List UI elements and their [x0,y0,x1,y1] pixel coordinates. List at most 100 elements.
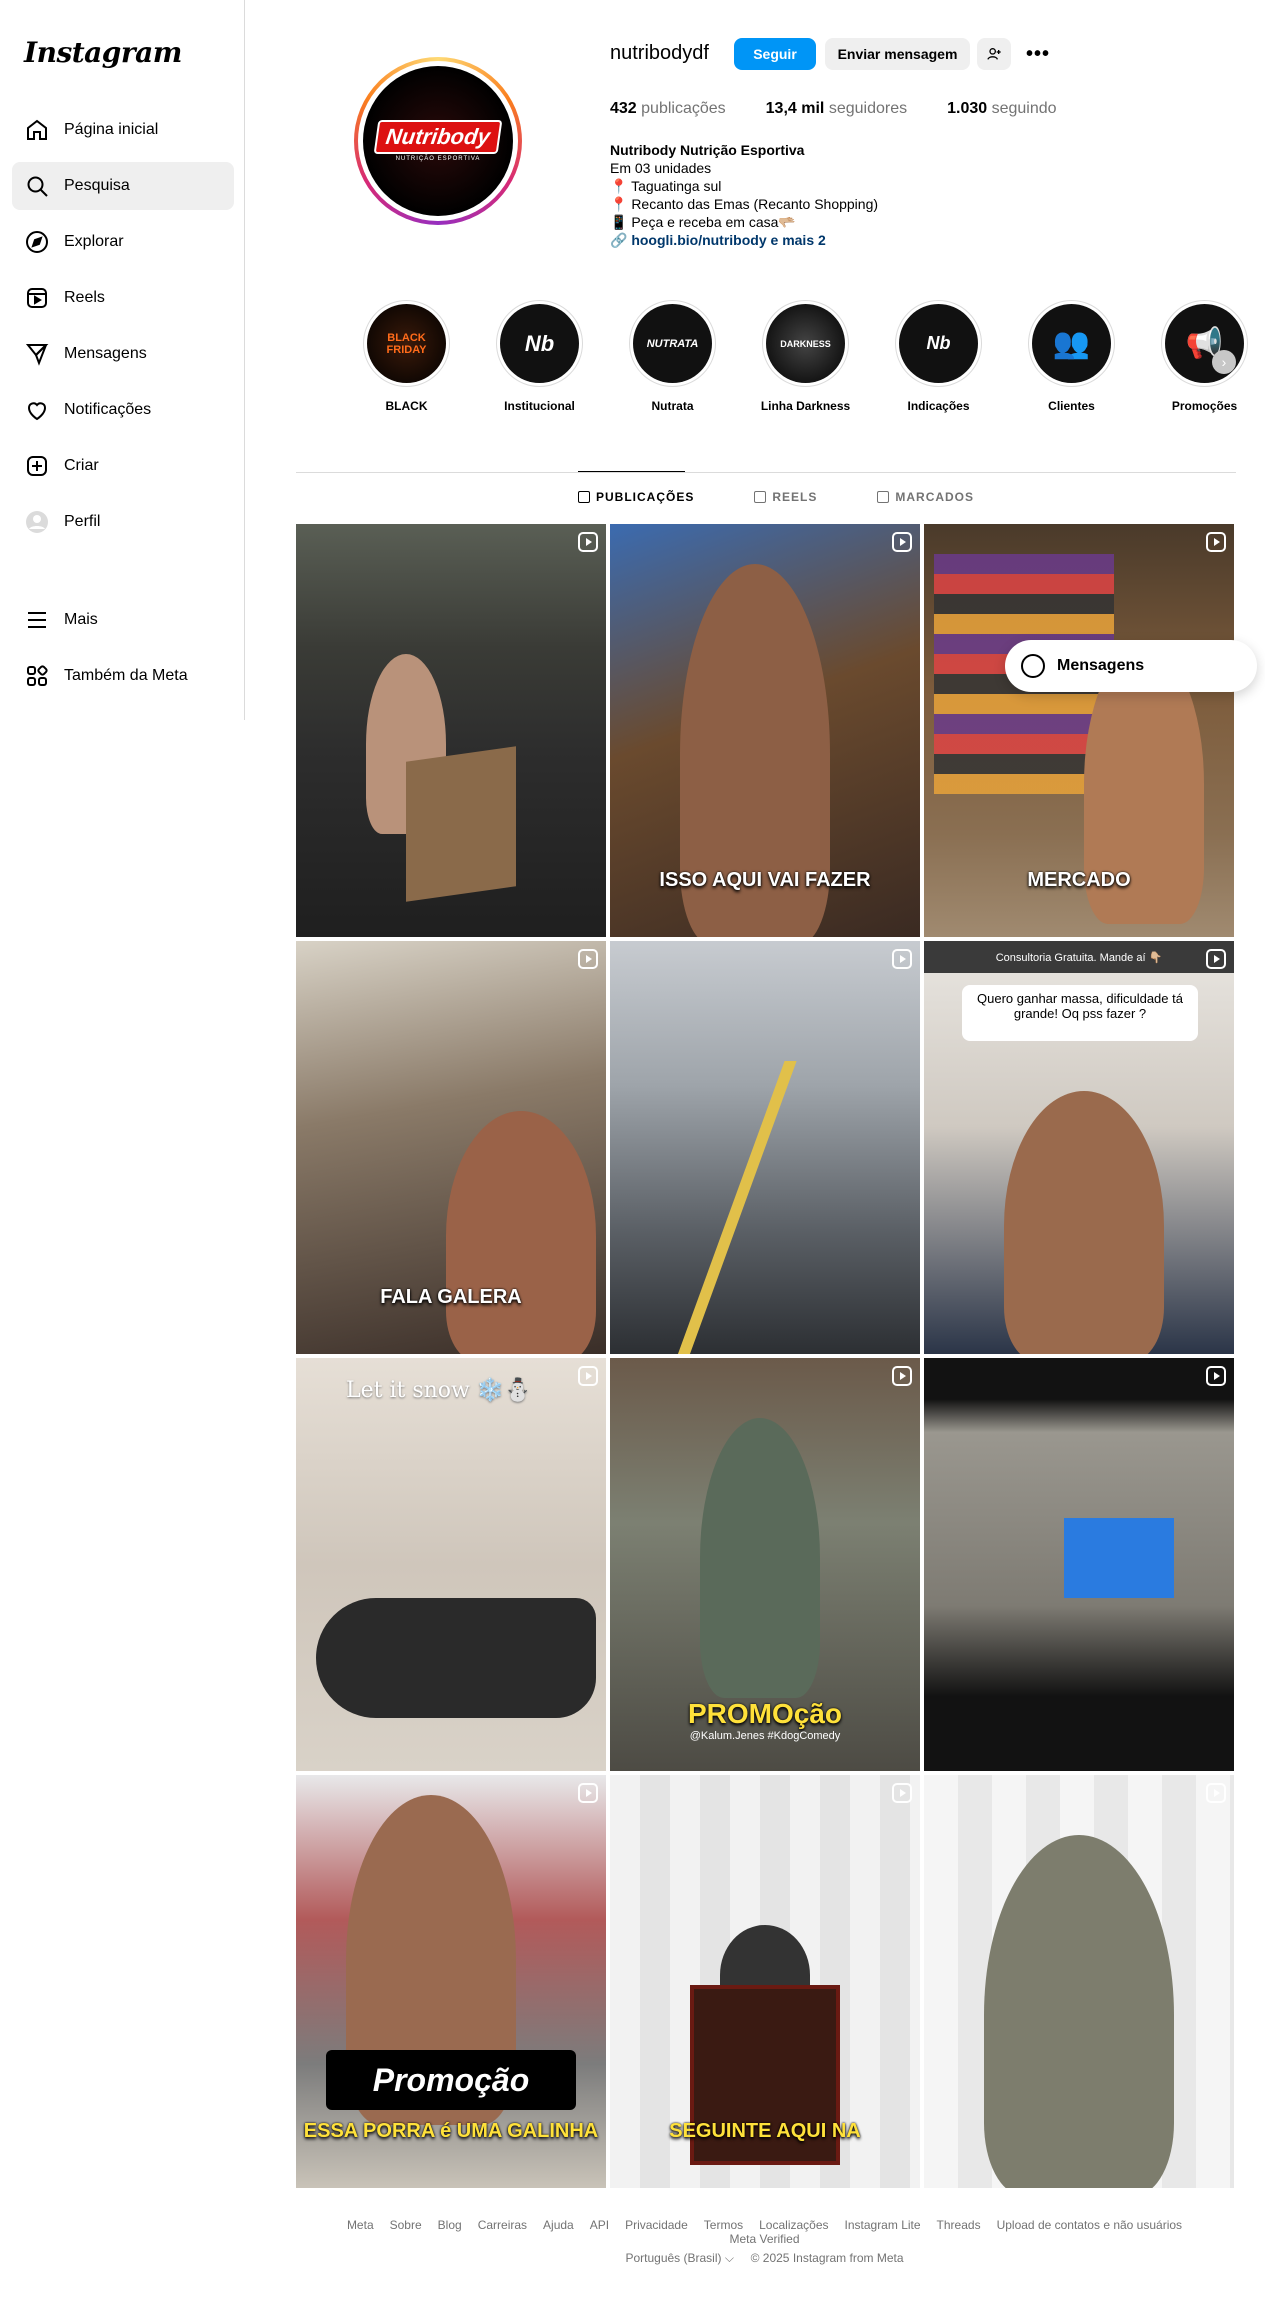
sidebar-item-messages[interactable]: Mensagens [12,330,234,378]
highlight-thumb: 👥 [1032,304,1111,383]
reel-icon [578,1366,598,1386]
footer-link[interactable]: Blog [438,2218,462,2232]
post-figure [700,1418,820,1698]
footer-link[interactable]: Sobre [390,2218,422,2232]
highlight-ring: 👥 [1028,300,1115,387]
footer-link[interactable]: Upload de contatos e não usuários [997,2218,1182,2232]
tab-reels[interactable]: REELS [754,490,817,504]
post-caption: Let it snow ❄️⛄ [346,1378,532,1403]
post-caption: Promoção [326,2050,576,2110]
sidebar-item-label: Página inicial [64,121,159,138]
sidebar-item-profile[interactable]: Perfil [12,498,234,546]
post-thumbnail[interactable] [296,524,606,937]
post-thumbnail[interactable] [924,1358,1234,1771]
reel-icon [892,1366,912,1386]
sidebar-bottom: Mais Também da Meta [12,596,234,708]
more-options-button[interactable]: ••• [1022,38,1054,70]
sidebar-item-create[interactable]: Criar [12,442,234,490]
post-thumbnail[interactable]: FALA GALERA [296,941,606,1354]
highlight-black[interactable]: BLACK FRIDAY BLACK [340,300,473,413]
footer-link[interactable]: Ajuda [543,2218,574,2232]
profile-tabs: PUBLICAÇÕES REELS MARCADOS [578,490,1034,504]
highlight-ring: BLACK FRIDAY [363,300,450,387]
bio-line: 📱 Peça e receba em casa🫳🏼 [610,214,796,230]
highlight-promocoes[interactable]: 📢 Promoções [1138,300,1265,413]
sidebar-item-explore[interactable]: Explorar [12,218,234,266]
post-figure [446,1111,596,1354]
post-thumbnail[interactable]: Promoção ESSA PORRA é UMA GALINHA [296,1775,606,2188]
brand-logo: Nutribody NUTRIÇÃO ESPORTIVA [363,66,513,216]
footer-link[interactable]: Meta Verified [729,2232,799,2246]
language-selector[interactable]: Português (Brasil) ⌵ [625,2251,733,2265]
followers-stat[interactable]: 13,4 mil seguidores [766,100,907,118]
highlight-indicacoes[interactable]: Nb Indicações [872,300,1005,413]
profile-stats: 432 publicações 13,4 mil seguidores 1.03… [610,100,1097,118]
brand-logo-text: Nutribody [373,120,503,154]
footer-link[interactable]: Threads [937,2218,981,2232]
footer-link[interactable]: Localizações [759,2218,828,2232]
footer-link[interactable]: Privacidade [625,2218,688,2232]
highlight-ring: 📢 [1161,300,1248,387]
road-line [675,1061,797,1354]
plyo-box [406,746,516,902]
sidebar-item-more[interactable]: Mais [12,596,234,644]
post-thumbnail[interactable]: Let it snow ❄️⛄ [296,1358,606,1771]
sidebar-nav: Página inicial Pesquisa Explorar Reels M… [12,106,234,554]
heart-icon [24,397,50,423]
highlight-linha-darkness[interactable]: DARKNESS Linha Darkness [739,300,872,413]
post-thumbnail[interactable]: SEGUINTE AQUI NA [610,1775,920,2188]
following-stat[interactable]: 1.030 seguindo [947,100,1056,118]
posts-stat[interactable]: 432 publicações [610,100,726,118]
post-thumbnail[interactable]: ISSO AQUI VAI FAZER [610,524,920,937]
paper-plane-icon [24,341,50,367]
send-message-button[interactable]: Enviar mensagem [825,38,970,70]
floating-messages-button[interactable]: Mensagens [1005,640,1257,692]
reel-icon [578,1783,598,1803]
grid-icon [578,491,590,503]
profile-bio: Nutribody Nutrição Esportiva Em 03 unida… [610,141,878,249]
highlight-thumb: 📢 [1165,304,1244,383]
tab-label: MARCADOS [895,490,975,504]
sidebar-item-reels[interactable]: Reels [12,274,234,322]
sidebar-item-notifications[interactable]: Notificações [12,386,234,434]
profile-username: nutribodydf [610,42,709,64]
reels-icon [754,491,767,503]
footer-link[interactable]: Termos [704,2218,743,2232]
post-thumbnail[interactable] [610,941,920,1354]
highlight-ring: Nb [496,300,583,387]
instagram-logo[interactable]: Instagram [24,36,182,69]
post-thumbnail[interactable] [924,1775,1234,2188]
bio-line: 📍 Taguatinga sul [610,178,722,194]
reel-icon [892,949,912,969]
active-tab-indicator [578,471,685,472]
reels-icon [24,285,50,311]
profile-avatar[interactable]: Nutribody NUTRIÇÃO ESPORTIVA [354,57,522,225]
sidebar-item-label: Explorar [64,233,124,250]
highlight-institucional[interactable]: Nb Institucional [473,300,606,413]
reel-icon [578,949,598,969]
highlight-clientes[interactable]: 👥 Clientes [1005,300,1138,413]
highlight-nutrata[interactable]: NUTRATA Nutrata [606,300,739,413]
post-thumbnail[interactable]: Consultoria Gratuita. Mande aí 👇🏼 Quero … [924,941,1234,1354]
post-thumbnail[interactable]: PROMOção @Kalum.Jenes #KdogComedy [610,1358,920,1771]
bio-name: Nutribody Nutrição Esportiva [610,142,805,158]
footer-link[interactable]: API [590,2218,609,2232]
sidebar-item-search[interactable]: Pesquisa [12,162,234,210]
sidebar-item-meta[interactable]: Também da Meta [12,652,234,700]
footer-link[interactable]: Carreiras [478,2218,527,2232]
tab-tagged[interactable]: MARCADOS [877,490,974,504]
highlights-next-button[interactable]: › [1212,350,1236,374]
footer-link[interactable]: Instagram Lite [845,2218,921,2232]
bio-link[interactable]: 🔗 hoogli.bio/nutribody e mais 2 [610,231,878,249]
tab-posts[interactable]: PUBLICAÇÕES [578,490,694,504]
posts-label: publicações [641,100,726,117]
reel-icon [892,532,912,552]
search-icon [24,173,50,199]
sidebar-item-home[interactable]: Página inicial [12,106,234,154]
highlight-thumb: Nb [500,304,579,383]
footer-link[interactable]: Meta [347,2218,374,2232]
post-thumbnail[interactable]: MERCADO [924,524,1234,937]
suggest-user-button[interactable] [977,38,1011,70]
floating-messages-label: Mensagens [1057,657,1145,674]
follow-button[interactable]: Seguir [734,38,816,70]
